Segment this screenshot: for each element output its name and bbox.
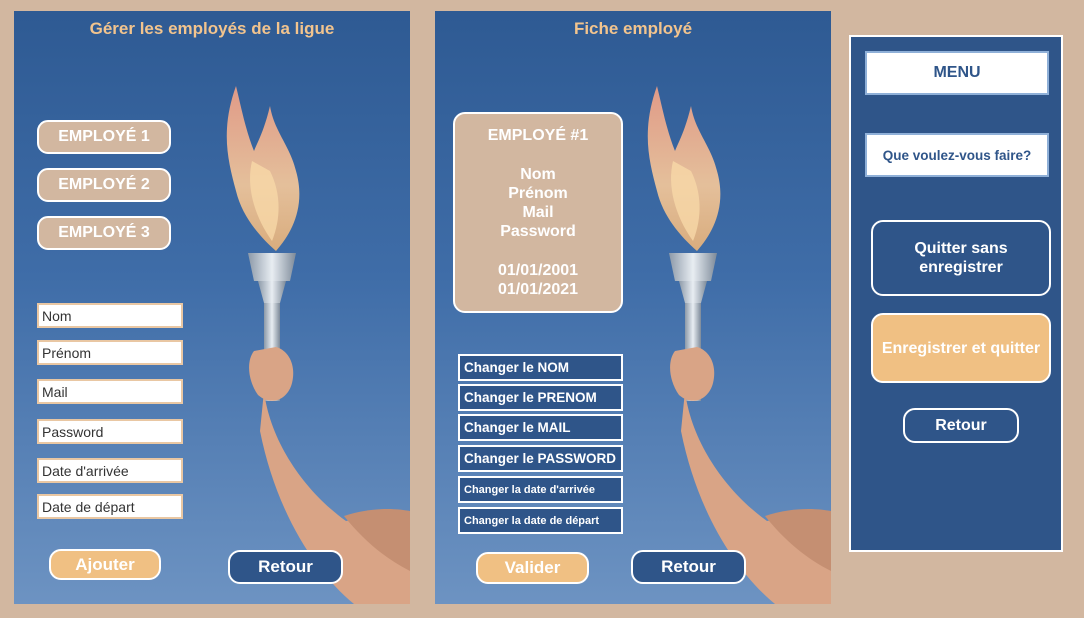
employee-card: EMPLOYÉ #1 Nom Prénom Mail Password 01/0… — [453, 112, 623, 313]
card-password: Password — [500, 223, 576, 240]
mail-field[interactable]: Mail — [37, 379, 183, 404]
card-prenom: Prénom — [508, 185, 568, 202]
change-date-arrivee-button[interactable]: Changer la date d'arrivée — [458, 476, 623, 503]
card-date-depart: 01/01/2021 — [497, 281, 579, 298]
date-arrivee-field[interactable]: Date d'arrivée — [37, 458, 183, 483]
change-nom-button[interactable]: Changer le NOM — [458, 354, 623, 381]
change-mail-button[interactable]: Changer le MAIL — [458, 414, 623, 441]
card-date-arrivee: 01/01/2001 — [497, 262, 579, 279]
menu-back-button[interactable]: Retour — [903, 408, 1019, 443]
nom-field[interactable]: Nom — [37, 303, 183, 328]
password-field[interactable]: Password — [37, 419, 183, 444]
save-and-quit-button[interactable]: Enregistrer et quitter — [871, 313, 1051, 383]
employee-2-button[interactable]: EMPLOYÉ 2 — [37, 168, 171, 202]
quit-without-saving-button[interactable]: Quitter sans enregistrer — [871, 220, 1051, 296]
change-password-button[interactable]: Changer le PASSWORD — [458, 445, 623, 472]
employee-3-button[interactable]: EMPLOYÉ 3 — [37, 216, 171, 250]
card-mail: Mail — [522, 204, 554, 221]
prenom-field[interactable]: Prénom — [37, 340, 183, 365]
menu-prompt: Que voulez-vous faire? — [865, 133, 1049, 177]
card-title: EMPLOYÉ #1 — [487, 127, 589, 144]
card-nom: Nom — [520, 166, 556, 183]
back-button[interactable]: Retour — [631, 550, 746, 584]
validate-button[interactable]: Valider — [476, 552, 589, 584]
menu-panel: MENU Que voulez-vous faire? Quitter sans… — [849, 35, 1063, 552]
back-button[interactable]: Retour — [228, 550, 343, 584]
employee-detail-panel: Fiche employé EMPLOYÉ #1 Nom Prénom Mail… — [435, 11, 831, 604]
add-button[interactable]: Ajouter — [49, 549, 161, 580]
page-title: Gérer les employés de la ligue — [89, 19, 335, 38]
employee-1-button[interactable]: EMPLOYÉ 1 — [37, 120, 171, 154]
detail-title: Fiche employé — [573, 19, 693, 38]
change-date-depart-button[interactable]: Changer la date de départ — [458, 507, 623, 534]
menu-title: MENU — [865, 51, 1049, 95]
change-prenom-button[interactable]: Changer le PRENOM — [458, 384, 623, 411]
employee-list-panel: Gérer les employés de la ligue EMPLOYÉ 1… — [14, 11, 410, 604]
date-depart-field[interactable]: Date de départ — [37, 494, 183, 519]
